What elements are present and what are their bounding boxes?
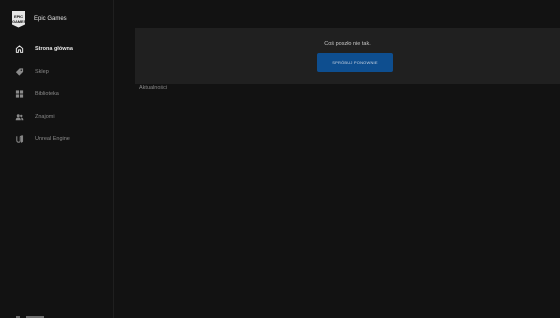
sidebar-item-label: Unreal Engine — [35, 136, 70, 143]
sidebar-item-library[interactable]: Biblioteka — [0, 83, 114, 106]
brand-name: Epic Games — [34, 16, 67, 22]
error-panel: Coś poszło nie tak. Spróbuj ponownie — [135, 28, 560, 84]
sidebar-item-friends[interactable]: Znajomi — [0, 106, 114, 129]
sidebar-nav: Strona główna Sklep Biblioteka Znajomi U… — [0, 38, 114, 151]
sidebar-item-label: Strona główna — [35, 46, 73, 53]
sidebar-item-label: Biblioteka — [35, 91, 59, 98]
unreal-icon — [15, 135, 24, 144]
main-content: Coś poszło nie tak. Spróbuj ponownie Akt… — [114, 0, 560, 318]
sidebar-item-unreal-engine[interactable]: Unreal Engine — [0, 128, 114, 151]
home-icon — [15, 45, 24, 54]
sidebar-item-home[interactable]: Strona główna — [0, 38, 114, 61]
news-section-title: Aktualności — [139, 85, 168, 91]
sidebar-item-label: Znajomi — [35, 113, 55, 120]
sidebar-item-store[interactable]: Sklep — [0, 61, 114, 84]
sidebar-item-label: Sklep — [35, 68, 49, 75]
friends-icon — [15, 112, 24, 121]
sidebar: EPIC GAMES Epic Games Strona główna Skle… — [0, 0, 114, 318]
grid-icon — [15, 90, 24, 99]
epic-games-launcher: EPIC GAMES Epic Games Strona główna Skle… — [0, 0, 560, 318]
epic-games-logo: EPIC GAMES — [12, 10, 27, 28]
logo-text-games: GAMES — [12, 18, 27, 24]
retry-button[interactable]: Spróbuj ponownie — [317, 53, 393, 72]
error-message: Coś poszło nie tak. — [324, 41, 371, 47]
brand[interactable]: EPIC GAMES Epic Games — [12, 10, 67, 28]
tag-icon — [15, 67, 24, 76]
